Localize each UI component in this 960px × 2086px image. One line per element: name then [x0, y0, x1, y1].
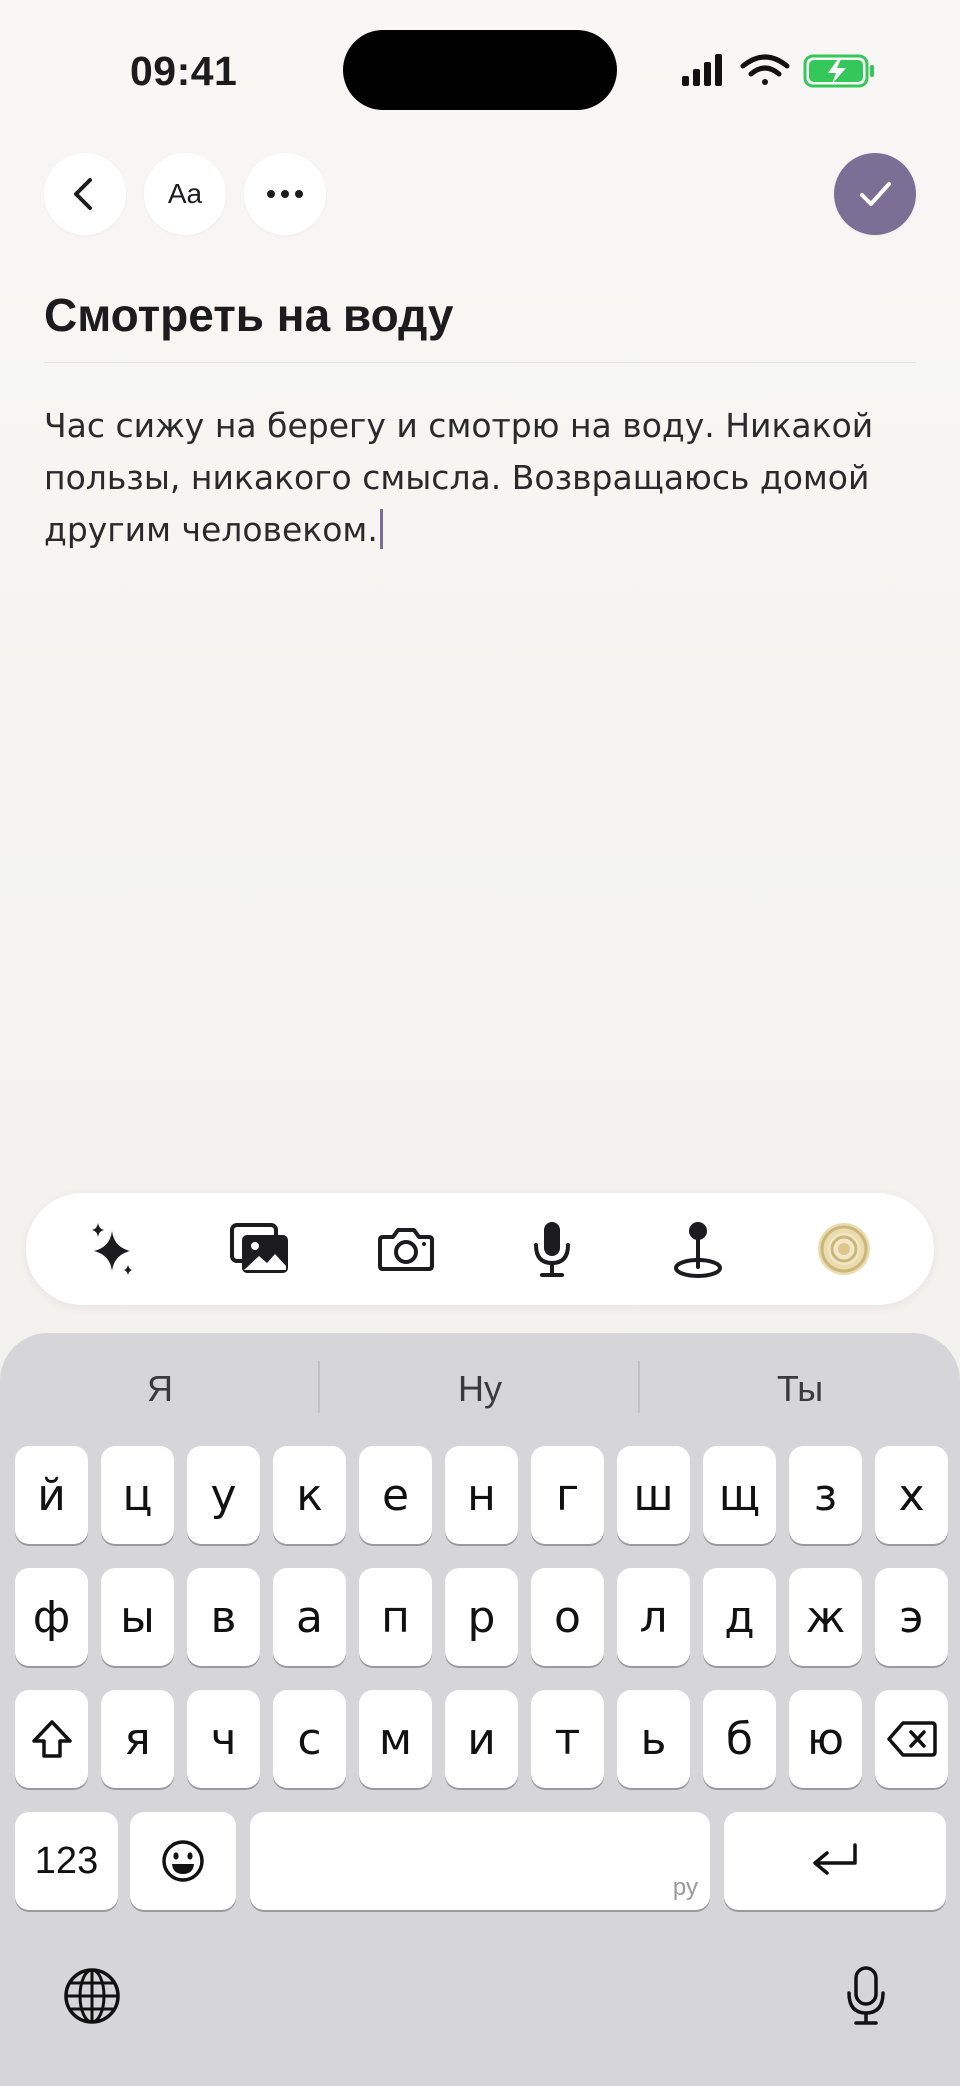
cellular-signal-icon — [682, 54, 722, 86]
title-divider — [44, 362, 916, 363]
key-letter[interactable]: д — [703, 1568, 776, 1666]
note-title[interactable]: Смотреть на воду — [44, 288, 453, 342]
key-letter[interactable]: е — [359, 1446, 432, 1544]
key-letter[interactable]: м — [359, 1690, 432, 1788]
photo-library-button[interactable] — [224, 1213, 296, 1285]
key-letter[interactable]: б — [703, 1690, 776, 1788]
key-letter[interactable]: э — [875, 1568, 948, 1666]
key-letter[interactable]: р — [445, 1568, 518, 1666]
key-letter[interactable]: а — [273, 1568, 346, 1666]
dictation-microphone-icon — [847, 1966, 885, 2025]
key-letter[interactable]: ы — [101, 1568, 174, 1666]
status-icons — [682, 54, 874, 88]
location-pin-icon — [674, 1222, 722, 1278]
numbers-key[interactable]: 123 — [15, 1812, 118, 1910]
suggestion-1[interactable]: Я — [10, 1361, 310, 1417]
emoji-key[interactable] — [130, 1812, 236, 1910]
text-caret — [379, 509, 383, 549]
space-key[interactable]: ру — [250, 1812, 710, 1910]
key-letter[interactable]: у — [187, 1446, 260, 1544]
location-button[interactable] — [662, 1213, 734, 1285]
return-key[interactable] — [724, 1812, 946, 1910]
key-letter[interactable]: ч — [187, 1690, 260, 1788]
return-arrow-icon — [813, 1843, 857, 1875]
key-letter[interactable]: о — [531, 1568, 604, 1666]
shift-arrow-icon — [31, 1720, 72, 1758]
key-letter[interactable]: ь — [617, 1690, 690, 1788]
emoji-icon — [162, 1840, 204, 1882]
key-letter[interactable]: н — [445, 1446, 518, 1544]
battery-charging-icon — [803, 54, 874, 88]
checkmark-icon — [860, 182, 891, 206]
note-body-editor[interactable]: Час сижу на берегу и смотрю на воду. Ник… — [44, 400, 924, 556]
done-button[interactable] — [834, 153, 916, 235]
dynamic-island — [343, 30, 617, 110]
key-letter[interactable]: г — [531, 1446, 604, 1544]
back-button[interactable] — [44, 153, 126, 235]
suggestion-2[interactable]: Ну — [330, 1361, 630, 1417]
key-letter[interactable]: к — [273, 1446, 346, 1544]
suggestion-3[interactable]: Ты — [650, 1361, 950, 1417]
shift-key[interactable] — [15, 1690, 88, 1788]
key-letter[interactable]: щ — [703, 1446, 776, 1544]
mood-rings-icon — [818, 1223, 870, 1275]
microphone-icon — [534, 1222, 570, 1277]
camera-button[interactable] — [370, 1213, 442, 1285]
font-style-button[interactable]: Aa — [144, 153, 226, 235]
note-body-text: Час сижу на берегу и смотрю на воду. Ник… — [44, 406, 874, 549]
key-letter[interactable]: в — [187, 1568, 260, 1666]
globe-button[interactable] — [56, 1960, 128, 2032]
wifi-icon — [740, 54, 790, 85]
key-letter[interactable]: ж — [789, 1568, 862, 1666]
ai-assist-button[interactable] — [78, 1213, 150, 1285]
keyboard: Я Ну Ты й ц у к е н г ш щ з х ф ы в а п … — [0, 1333, 960, 2086]
photo-library-icon — [230, 1223, 288, 1273]
key-letter[interactable]: л — [617, 1568, 690, 1666]
voice-memo-button[interactable] — [516, 1213, 588, 1285]
key-letter[interactable]: с — [273, 1690, 346, 1788]
key-letter[interactable]: з — [789, 1446, 862, 1544]
backspace-icon — [886, 1721, 937, 1757]
key-letter[interactable]: й — [15, 1446, 88, 1544]
font-style-label: Aa — [167, 178, 203, 209]
sparkles-icon — [92, 1223, 132, 1275]
camera-icon — [378, 1228, 434, 1271]
more-options-button[interactable] — [244, 153, 326, 235]
delete-key[interactable] — [875, 1690, 948, 1788]
dictation-button[interactable] — [830, 1960, 902, 2032]
space-language-hint: ру — [672, 1874, 698, 1901]
mood-button[interactable] — [808, 1213, 880, 1285]
suggestion-separator — [318, 1361, 320, 1413]
key-letter[interactable]: т — [531, 1690, 604, 1788]
ellipsis-icon — [267, 190, 303, 198]
chevron-left-icon — [74, 178, 92, 210]
key-letter[interactable]: я — [101, 1690, 174, 1788]
key-letter[interactable]: и — [445, 1690, 518, 1788]
key-letter[interactable]: ю — [789, 1690, 862, 1788]
key-letter[interactable]: х — [875, 1446, 948, 1544]
globe-icon — [64, 1968, 120, 2024]
key-letter[interactable]: ц — [101, 1446, 174, 1544]
key-letter[interactable]: п — [359, 1568, 432, 1666]
status-bar: 09:41 — [0, 0, 960, 140]
status-time: 09:41 — [130, 48, 238, 94]
key-letter[interactable]: ф — [15, 1568, 88, 1666]
key-letter[interactable]: ш — [617, 1446, 690, 1544]
suggestion-separator — [638, 1361, 640, 1413]
accessory-toolbar — [26, 1193, 934, 1305]
